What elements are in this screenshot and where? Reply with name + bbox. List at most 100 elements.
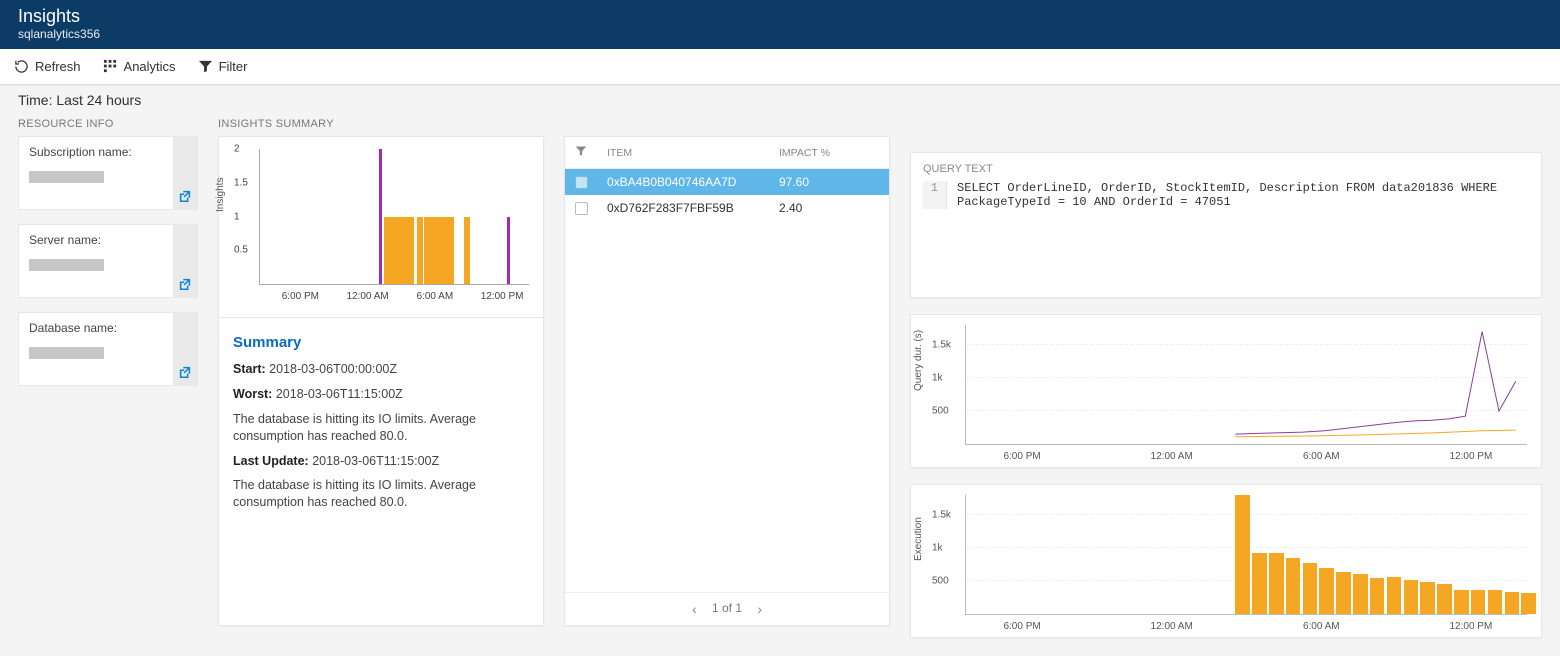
subscription-open-button[interactable] (173, 137, 197, 209)
x-tick: 6:00 PM (1003, 621, 1040, 632)
items-table-card: ITEM IMPACT % 0xBA4B0B040746AA7D97.600xD… (564, 136, 890, 626)
summary-desc-1: The database is hitting its IO limits. A… (233, 411, 529, 445)
y-tick: 1.5k (932, 339, 951, 350)
pager-prev-button[interactable]: ‹ (692, 601, 697, 617)
query-text-card: QUERY TEXT 1 SELECT OrderLineID, OrderID… (910, 152, 1542, 298)
table-row[interactable]: 0xD762F283F7FBF59B2.40 (565, 195, 889, 221)
insights-summary-card: Insights 0.511.526:00 PM12:00 AM6:00 AM1… (218, 136, 544, 626)
query-text-heading: QUERY TEXT (923, 163, 1529, 175)
execution-chart: Execution 5001k1.5k6:00 PM12:00 AM6:00 A… (910, 484, 1542, 638)
bar (442, 217, 448, 285)
server-label: Server name: (29, 233, 163, 247)
bar (1252, 553, 1267, 614)
query-duration-chart: Query dur. (s) 5001k1.5k6:00 PM12:00 AM6… (910, 314, 1542, 468)
open-external-icon (178, 189, 192, 203)
bar (1454, 590, 1469, 614)
bar (464, 217, 470, 285)
database-value-redacted (29, 347, 104, 359)
y-tick: 0.5 (234, 245, 248, 256)
refresh-icon (14, 59, 29, 74)
lastupd-label: Last Update: (233, 454, 309, 468)
pager-text: 1 of 1 (712, 601, 742, 615)
server-open-button[interactable] (173, 225, 197, 297)
worst-label: Worst: (233, 387, 272, 401)
y-tick: 1k (932, 372, 943, 383)
right-column: . QUERY TEXT 1 SELECT OrderLineID, Order… (910, 118, 1542, 638)
start-label: Start: (233, 362, 266, 376)
bar (424, 217, 430, 285)
line-series (1235, 430, 1516, 437)
bar (436, 217, 442, 285)
bar (1471, 590, 1486, 614)
insights-mini-chart: Insights 0.511.526:00 PM12:00 AM6:00 AM1… (219, 137, 543, 307)
toolbar: Refresh Analytics Filter (0, 49, 1560, 85)
analytics-icon (103, 59, 118, 74)
analytics-button[interactable]: Analytics (103, 59, 176, 74)
subscription-value-redacted (29, 171, 104, 183)
col-impact-header[interactable]: IMPACT % (779, 147, 879, 159)
bar (1404, 580, 1419, 614)
refresh-button[interactable]: Refresh (14, 59, 81, 74)
x-tick: 6:00 AM (1303, 621, 1340, 632)
worst-value: 2018-03-06T11:15:00Z (276, 387, 403, 401)
database-open-button[interactable] (173, 313, 197, 385)
row-item-value: 0xD762F283F7FBF59B (607, 201, 779, 215)
bar (396, 217, 402, 285)
page-title: Insights (18, 6, 1542, 27)
bar (1505, 592, 1520, 614)
bar (1286, 558, 1301, 614)
line-series (1235, 332, 1516, 434)
summary-desc-2: The database is hitting its IO limits. A… (233, 477, 529, 511)
spike (507, 217, 510, 285)
open-external-icon (178, 365, 192, 379)
bar (1387, 577, 1402, 614)
x-tick: 6:00 PM (282, 291, 319, 302)
y-tick: 1.5 (234, 177, 248, 188)
resource-info-column: RESOURCE INFO Subscription name: Server … (18, 118, 198, 400)
items-column: . ITEM IMPACT % 0xBA4B0B040746AA7D97.600… (564, 118, 890, 626)
bar (384, 217, 390, 285)
x-tick: 12:00 AM (346, 291, 388, 302)
filter-icon[interactable] (575, 145, 607, 160)
page-subtitle: sqlanalytics356 (18, 27, 1542, 41)
row-item-value: 0xBA4B0B040746AA7D (607, 175, 779, 189)
subscription-card: Subscription name: (18, 136, 198, 210)
x-tick: 6:00 PM (1003, 451, 1040, 462)
start-value: 2018-03-06T00:00:00Z (269, 362, 397, 376)
bar (417, 217, 423, 285)
row-impact-value: 2.40 (779, 201, 879, 215)
y-tick: 1 (234, 211, 240, 222)
x-tick: 6:00 AM (1303, 451, 1340, 462)
pager-next-button[interactable]: › (757, 601, 762, 617)
filter-label: Filter (219, 59, 248, 74)
insights-summary-heading: INSIGHTS SUMMARY (218, 118, 544, 130)
filter-button[interactable]: Filter (198, 59, 248, 74)
y-tick: 500 (932, 405, 949, 416)
bar (1353, 574, 1368, 614)
bar (1269, 553, 1284, 614)
y-tick: 1.5k (932, 509, 951, 520)
col-item-header[interactable]: ITEM (607, 147, 779, 159)
bar (1235, 495, 1250, 614)
resource-info-heading: RESOURCE INFO (18, 118, 198, 130)
x-tick: 12:00 PM (1449, 621, 1492, 632)
page-header: Insights sqlanalytics356 (0, 0, 1560, 49)
row-impact-value: 97.60 (779, 175, 879, 189)
y-tick: 2 (234, 144, 240, 155)
bar (1521, 593, 1536, 614)
bar (1370, 578, 1385, 614)
x-tick: 12:00 PM (1449, 451, 1492, 462)
bar (1420, 582, 1435, 614)
bar (1336, 572, 1351, 614)
lastupd-value: 2018-03-06T11:15:00Z (312, 454, 439, 468)
bar (408, 217, 414, 285)
bar (402, 217, 408, 285)
refresh-label: Refresh (35, 59, 81, 74)
insights-summary-body: Summary Start: 2018-03-06T00:00:00Z Wors… (219, 326, 543, 531)
table-row[interactable]: 0xBA4B0B040746AA7D97.60 (565, 169, 889, 195)
bar (1319, 568, 1334, 614)
bar (390, 217, 396, 285)
spike (379, 149, 382, 284)
row-status-icon (575, 202, 588, 215)
bar (430, 217, 436, 285)
